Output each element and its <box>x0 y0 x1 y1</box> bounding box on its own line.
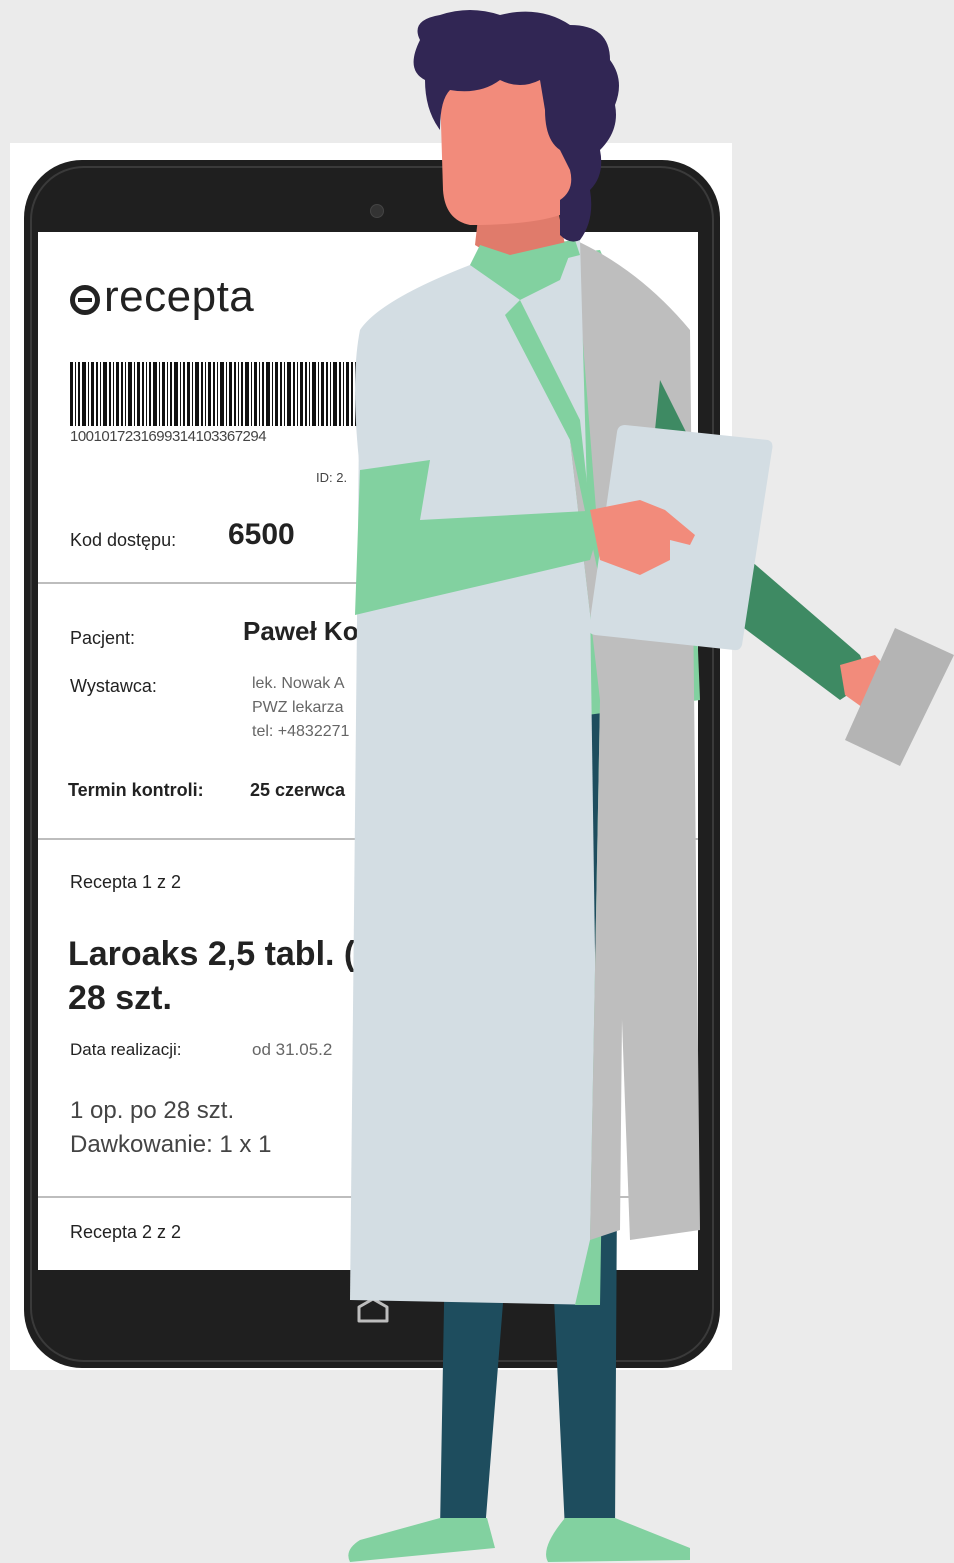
shoe-icon <box>348 1518 690 1562</box>
doctor-illustration <box>348 10 954 1562</box>
